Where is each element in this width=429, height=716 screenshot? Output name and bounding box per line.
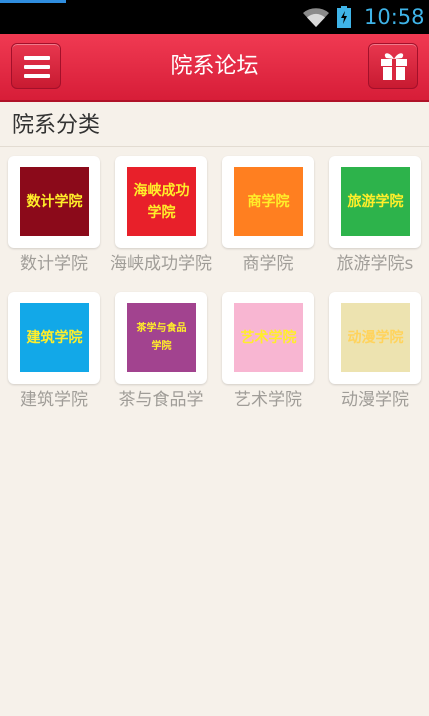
college-label: 旅游学院s (336, 254, 414, 274)
college-logo: 艺术学院 (234, 303, 303, 372)
college-label: 动漫学院 (341, 390, 409, 410)
college-card: 艺术学院 (222, 292, 314, 384)
college-card: 海峡成功 学院 (115, 156, 207, 248)
college-label: 艺术学院 (234, 390, 302, 410)
college-card: 动漫学院 (329, 292, 421, 384)
wifi-icon (303, 8, 329, 27)
college-card: 旅游学院 (329, 156, 421, 248)
status-bar: 10:58 (0, 0, 429, 34)
header-bar: 院系论坛 (0, 34, 429, 102)
college-label: 商学院 (242, 254, 294, 274)
college-card: 茶学与食品 学院 (115, 292, 207, 384)
college-card: 数计学院 (8, 156, 100, 248)
page-title: 院系论坛 (170, 54, 259, 79)
college-logo: 商学院 (234, 167, 303, 236)
college-logo: 茶学与食品 学院 (127, 303, 196, 372)
section-divider (0, 146, 429, 147)
college-logo: 动漫学院 (341, 303, 410, 372)
college-logo: 海峡成功 学院 (127, 167, 196, 236)
section-title: 院系分类 (12, 113, 101, 138)
college-logo: 建筑学院 (20, 303, 89, 372)
college-card: 建筑学院 (8, 292, 100, 384)
college-logo: 数计学院 (20, 167, 89, 236)
clock: 10:58 (364, 5, 425, 29)
college-card: 商学院 (222, 156, 314, 248)
notification-indicator (0, 0, 66, 3)
college-label: 茶与食品学 (118, 390, 204, 410)
college-label: 建筑学院 (20, 390, 88, 410)
battery-charging-icon (337, 6, 351, 28)
college-logo: 旅游学院 (341, 167, 410, 236)
college-label: 数计学院 (20, 254, 88, 274)
college-label: 海峡成功学院 (110, 254, 212, 274)
gift-button[interactable] (368, 43, 418, 89)
gift-icon (381, 53, 407, 80)
